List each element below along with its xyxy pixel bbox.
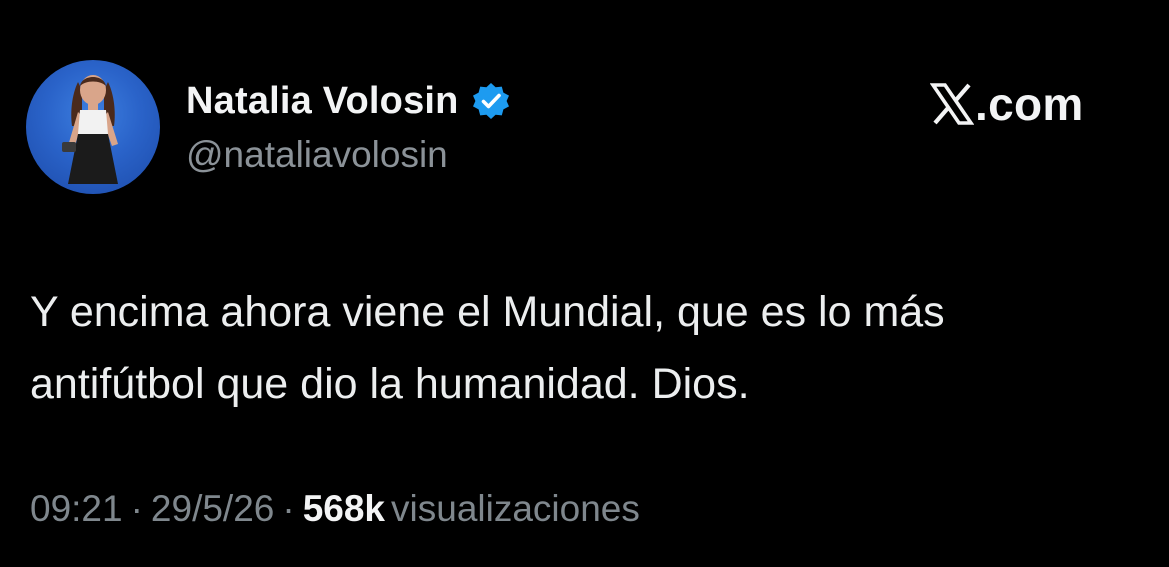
- profile-photo: [62, 75, 118, 184]
- brand-watermark: .com: [929, 76, 1084, 132]
- views-label[interactable]: visualizaciones: [391, 488, 640, 529]
- brand-domain: .com: [975, 78, 1084, 130]
- tweet-date[interactable]: 29/5/26: [151, 488, 274, 529]
- author-name-row[interactable]: Natalia Volosin: [186, 78, 511, 124]
- author-handle[interactable]: @nataliavolosin: [186, 134, 448, 176]
- meta-separator: ·: [130, 488, 143, 529]
- verified-badge-icon: [471, 81, 511, 121]
- tweet-text-line: antifútbol que dio la humanidad. Dios.: [30, 360, 750, 408]
- meta-separator: ·: [282, 488, 295, 529]
- tweet-meta: 09:21 · 29/5/26 · 568k visualizaciones: [30, 488, 640, 530]
- tweet-time[interactable]: 09:21: [30, 488, 123, 529]
- author-display-name[interactable]: Natalia Volosin: [186, 80, 459, 123]
- views-count[interactable]: 568k: [303, 488, 385, 529]
- tweet-text: Y encima ahora viene el Mundial, que es …: [30, 276, 1130, 420]
- tweet-text-line: Y encima ahora viene el Mundial, que es …: [30, 288, 945, 336]
- x-logo-icon: [929, 82, 975, 126]
- tweet-card: Natalia Volosin @nataliavolosin .com Y e…: [0, 0, 1169, 567]
- avatar[interactable]: [26, 60, 160, 194]
